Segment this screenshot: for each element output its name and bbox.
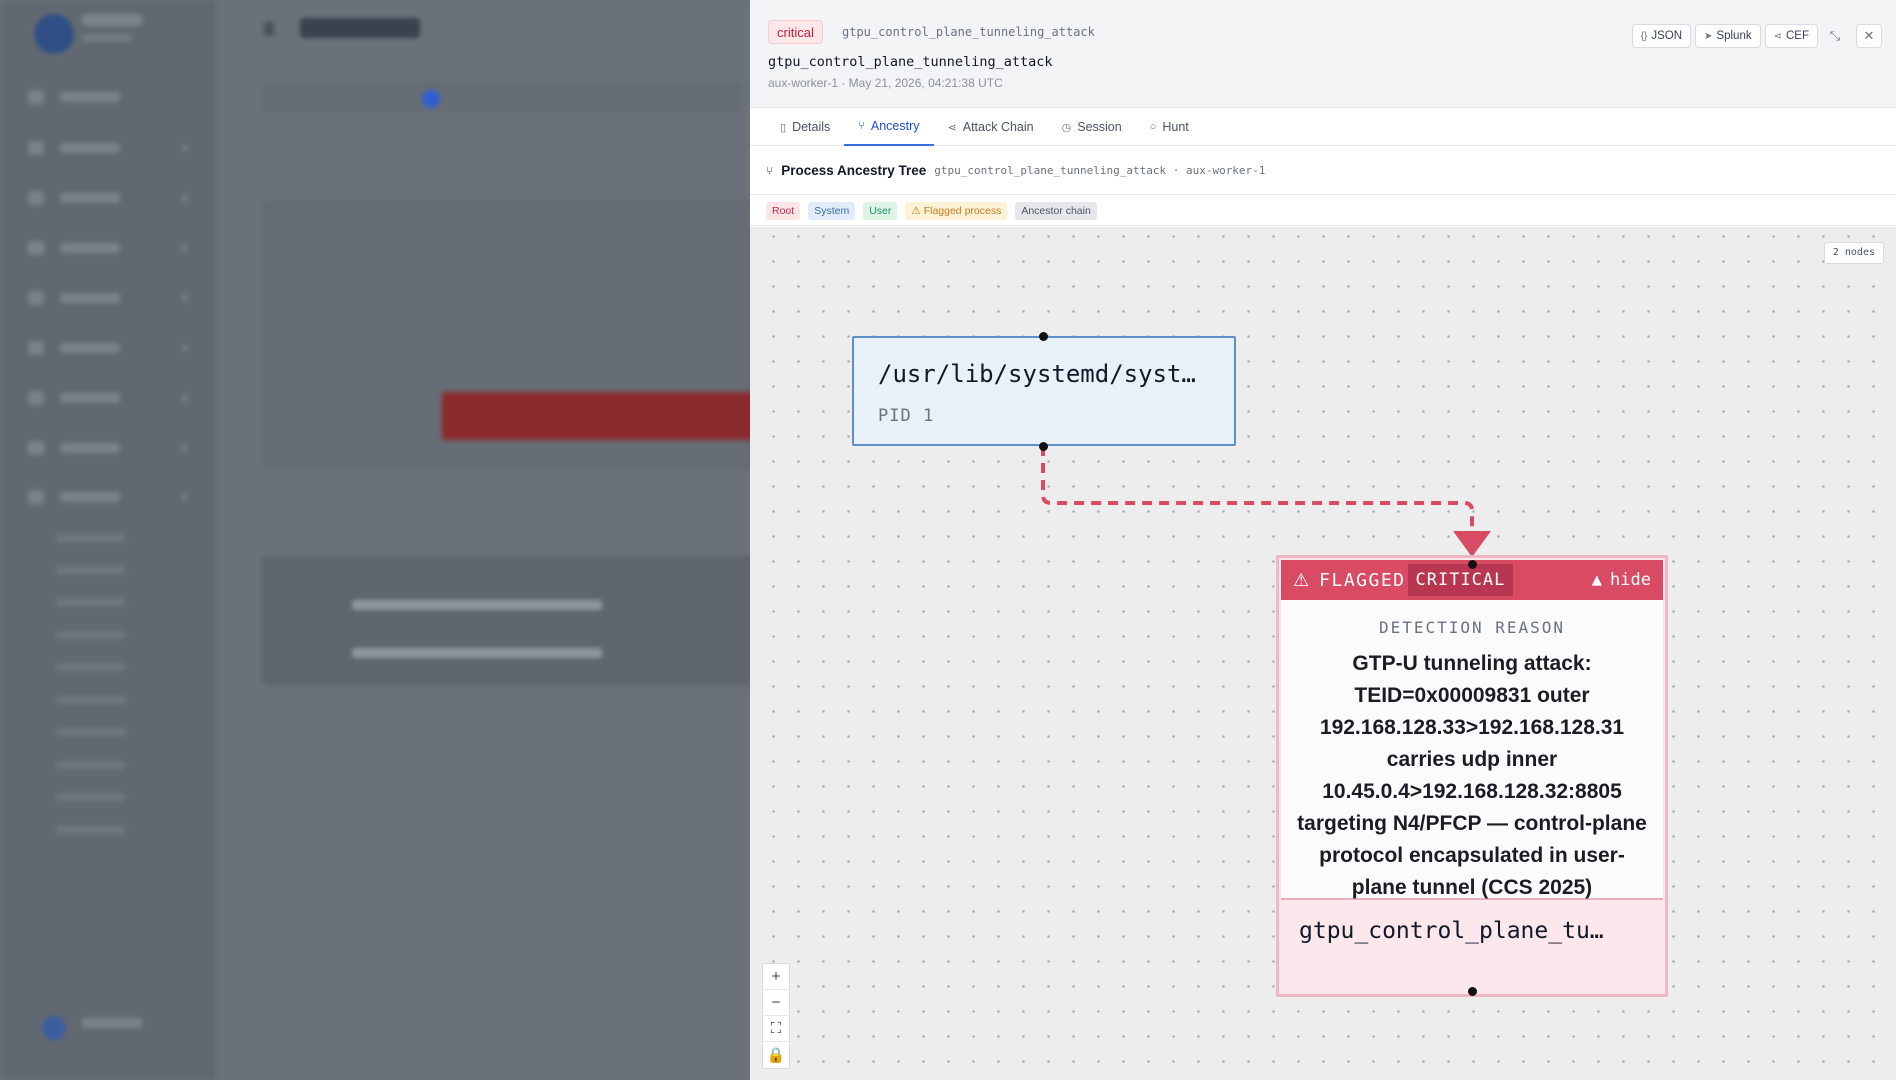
- tree-title: Process Ancestry Tree: [781, 163, 927, 178]
- share-icon: ⋖: [1773, 30, 1782, 42]
- export-cef-button[interactable]: ⋖ CEF: [1764, 24, 1818, 48]
- tab-session[interactable]: ◷ Session: [1048, 108, 1136, 146]
- hide-reason-toggle[interactable]: ▲ hide: [1592, 570, 1651, 590]
- legend-flagged: ⚠ Flagged process: [905, 201, 1008, 220]
- share-icon: ⋖: [947, 121, 957, 134]
- detection-reason-text: GTP-U tunneling attack: TEID=0x00009831 …: [1297, 652, 1647, 899]
- braces-icon: {}: [1640, 30, 1648, 42]
- fit-view-button[interactable]: ⛶: [763, 1016, 789, 1042]
- document-icon: ▯: [780, 121, 787, 134]
- legend-root: Root: [766, 201, 801, 220]
- detail-tabs: ▯ Details ⑂ Ancestry ⋖ Attack Chain ◷ Se…: [750, 108, 1896, 146]
- node-handle-bottom[interactable]: [1468, 987, 1477, 996]
- zoom-in-button[interactable]: +: [763, 964, 789, 990]
- tree-title-bar: ⑂ Process Ancestry Tree gtpu_control_pla…: [750, 147, 1896, 195]
- process-path: /usr/lib/systemd/syst…: [878, 360, 1196, 388]
- detection-meta: aux-worker-1 · May 21, 2026, 04:21:38 UT…: [768, 76, 1003, 90]
- background-app: [0, 0, 762, 1080]
- process-node-systemd[interactable]: /usr/lib/systemd/syst… PID 1: [852, 336, 1236, 446]
- detection-reason-label: DETECTION REASON: [1378, 618, 1566, 637]
- branch-icon: ⑂: [858, 120, 865, 132]
- tree-legend: Root System User ⚠ Flagged process Ances…: [750, 196, 1896, 226]
- send-icon: ➤: [1704, 30, 1713, 42]
- circle-icon: ○: [1149, 121, 1157, 133]
- tab-attack-chain[interactable]: ⋖ Attack Chain: [934, 108, 1048, 146]
- detection-slug: gtpu_control_plane_tunneling_attack: [842, 25, 1095, 39]
- branch-icon: ⑂: [766, 163, 774, 178]
- edge-systemd-to-flagged: [1041, 446, 1474, 531]
- close-button[interactable]: ✕: [1856, 24, 1882, 48]
- fit-view-icon: ⛶: [770, 1020, 782, 1037]
- critical-badge: CRITICAL: [1407, 564, 1514, 596]
- export-json-button[interactable]: {} JSON: [1631, 24, 1692, 48]
- export-actions: {} JSON ➤ Splunk ⋖ CEF ⤡ ✕: [1631, 24, 1882, 48]
- background-logo: [34, 14, 74, 54]
- edge-arrowhead: [1453, 531, 1491, 557]
- detection-drawer: critical gtpu_control_plane_tunneling_at…: [750, 0, 1896, 1080]
- export-splunk-button[interactable]: ➤ Splunk: [1695, 24, 1761, 48]
- flagged-process-name: gtpu_control_plane_tu…: [1299, 918, 1604, 944]
- lock-button[interactable]: 🔒: [763, 1042, 789, 1068]
- clock-icon: ◷: [1061, 121, 1072, 134]
- node-handle-top[interactable]: [1039, 332, 1048, 341]
- node-handle-bottom[interactable]: [1039, 442, 1048, 451]
- minus-icon: −: [771, 994, 781, 1011]
- detection-reason-box: DETECTION REASON GTP-U tunneling attack:…: [1281, 600, 1663, 900]
- triangle-up-icon: ▲: [1591, 570, 1603, 590]
- close-icon: ✕: [1863, 28, 1875, 43]
- background-main: [216, 0, 750, 1080]
- legend-system: System: [808, 201, 856, 220]
- zoom-out-button[interactable]: −: [763, 990, 789, 1016]
- tab-hunt[interactable]: ○ Hunt: [1136, 108, 1203, 146]
- legend-user: User: [863, 201, 898, 220]
- minimize-icon: ⤡: [1829, 28, 1841, 43]
- severity-badge: critical: [768, 20, 823, 44]
- ancestry-canvas[interactable]: 2 nodes /usr/lib/systemd/syst… PID 1 ⚠ F…: [750, 227, 1896, 1080]
- lock-icon: 🔒: [766, 1047, 786, 1064]
- detection-title: gtpu_control_plane_tunneling_attack: [768, 54, 1053, 70]
- node-handle-top[interactable]: [1468, 560, 1477, 569]
- canvas-controls: + − ⛶ 🔒: [762, 963, 790, 1069]
- drawer-header: critical gtpu_control_plane_tunneling_at…: [750, 0, 1896, 108]
- legend-ancestor: Ancestor chain: [1015, 201, 1097, 220]
- flagged-label: FLAGGED: [1319, 569, 1406, 591]
- tree-subtitle: gtpu_control_plane_tunneling_attack · au…: [934, 164, 1266, 177]
- warning-icon: ⚠: [1293, 569, 1310, 590]
- collapse-button[interactable]: ⤡: [1822, 24, 1848, 48]
- process-pid: PID 1: [878, 406, 935, 426]
- plus-icon: +: [771, 968, 781, 985]
- tab-details[interactable]: ▯ Details: [766, 108, 844, 146]
- tab-ancestry[interactable]: ⑂ Ancestry: [844, 108, 934, 146]
- process-node-flagged[interactable]: ⚠ FLAGGED CRITICAL ▲ hide DETECTION REAS…: [1276, 555, 1668, 997]
